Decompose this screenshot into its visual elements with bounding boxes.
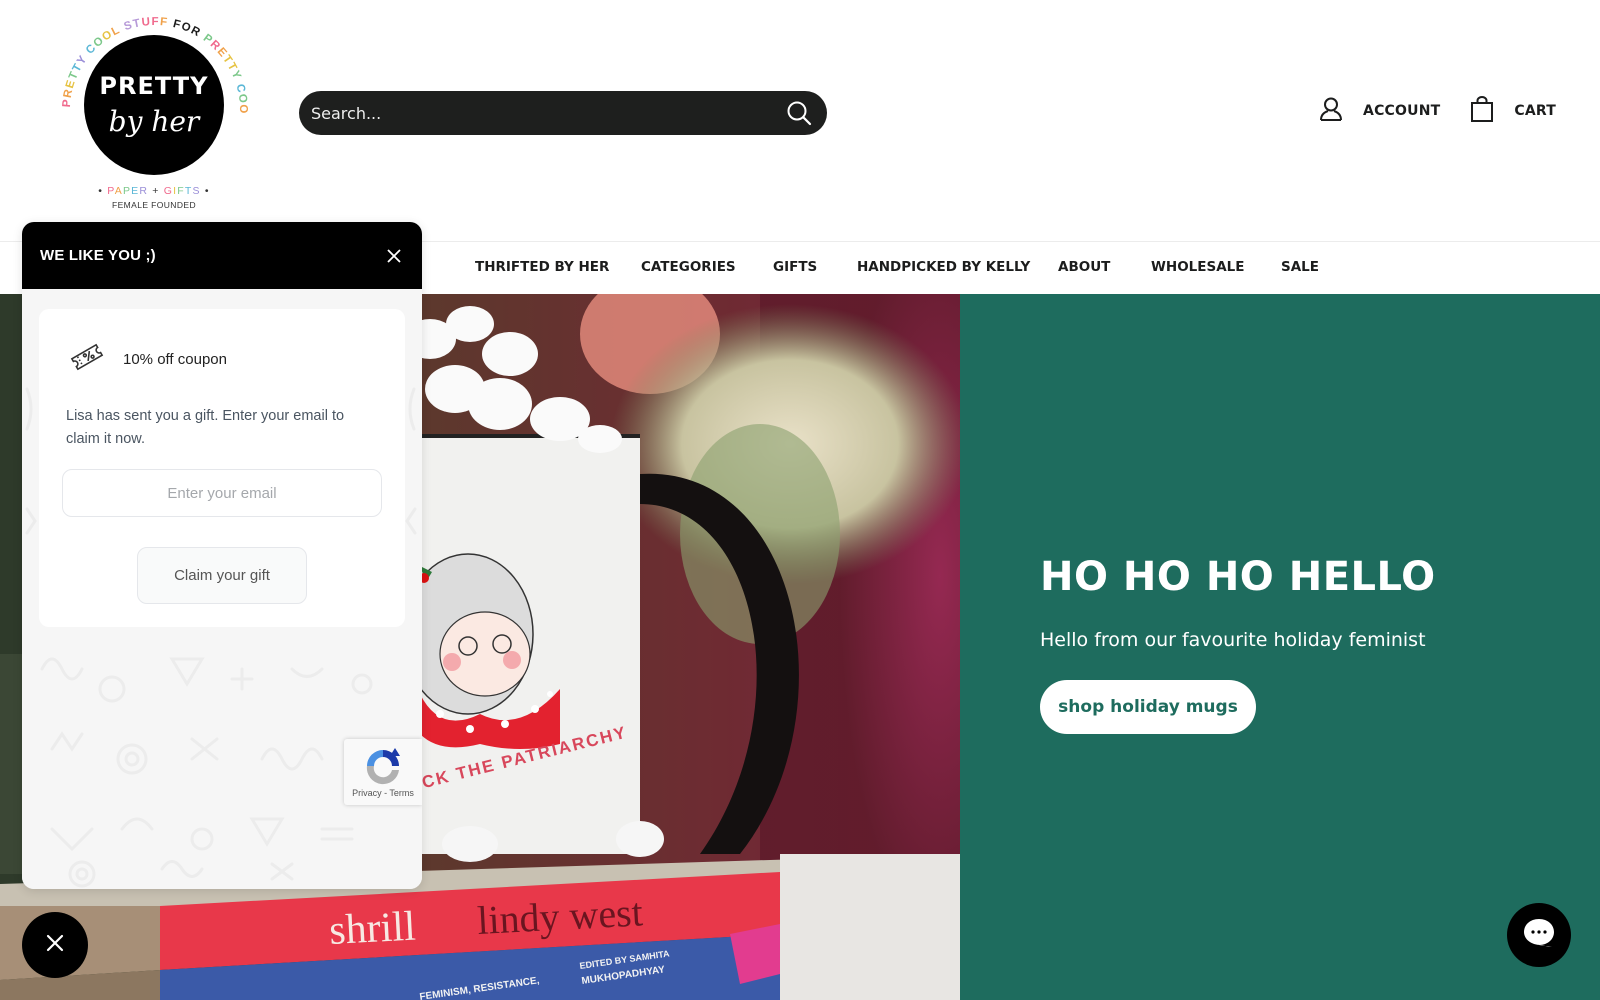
hero-subtitle: Hello from our favourite holiday feminis… (1040, 629, 1426, 651)
nav-item-categories[interactable]: CATEGORIES (641, 259, 736, 275)
close-icon (46, 934, 64, 957)
popup-header: WE LIKE YOU ;) (22, 222, 422, 289)
logo-graphic: PRETTY COOL STUFF FOR PRETTY COOL PEOPLE… (53, 3, 248, 210)
coupon-row: 10% off coupon (69, 341, 227, 378)
recaptcha-links[interactable]: Privacy - Terms (352, 788, 414, 798)
recaptcha-badge[interactable]: Privacy - Terms (344, 739, 422, 805)
account-link[interactable]: ACCOUNT (1319, 96, 1440, 126)
search-bar (299, 91, 827, 135)
book-author: lindy west (476, 889, 644, 943)
logo-subtagline: FEMALE FOUNDED (112, 200, 196, 210)
popup-toggle-button[interactable] (22, 912, 88, 978)
close-icon[interactable] (384, 246, 404, 266)
email-field[interactable] (62, 469, 382, 517)
logo-name-script: by her (109, 105, 201, 138)
site-header: PRETTY COOL STUFF FOR PRETTY COOL PEOPLE… (0, 0, 1600, 241)
coupon-card: 10% off coupon Lisa has sent you a gift.… (39, 309, 405, 627)
nav-item-sale[interactable]: SALE (1281, 259, 1319, 275)
cart-link[interactable]: CART (1470, 96, 1556, 126)
claim-gift-button[interactable]: Claim your gift (137, 547, 307, 604)
nav-item-thrifted-by-her[interactable]: THRIFTED BY HER (475, 259, 609, 275)
popup-title: WE LIKE YOU ;) (40, 247, 156, 264)
chat-button[interactable] (1507, 903, 1571, 967)
account-label: ACCOUNT (1363, 103, 1441, 119)
search-icon[interactable] (785, 99, 813, 127)
gift-popup: WE LIKE YOU ;) 10% off coupon Lisa has s… (22, 222, 422, 889)
header-links: ACCOUNT CART (1319, 96, 1556, 126)
logo-name-top: PRETTY (99, 72, 208, 100)
nav-item-wholesale[interactable]: WHOLESALE (1151, 259, 1245, 275)
logo-tagline: • PAPER + GIFTS • (98, 185, 209, 197)
coupon-ticket-icon (69, 341, 105, 378)
recaptcha-icon (366, 748, 400, 785)
cart-label: CART (1514, 103, 1556, 119)
gift-description: Lisa has sent you a gift. Enter your ema… (66, 408, 345, 447)
user-icon (1319, 96, 1343, 126)
nav-item-handpicked-by-kelly[interactable]: HANDPICKED BY KELLY (857, 259, 1030, 275)
search-input[interactable] (311, 103, 785, 123)
shopping-bag-icon (1470, 96, 1494, 126)
hero-title: HO HO HO HELLO (1040, 554, 1436, 600)
book-title-shrill: shrill (328, 904, 417, 954)
nav-item-gifts[interactable]: GIFTS (773, 259, 817, 275)
brand-logo[interactable]: PRETTY COOL STUFF FOR PRETTY COOL PEOPLE… (53, 3, 252, 214)
coupon-label: 10% off coupon (123, 351, 227, 368)
chat-bubble-icon (1522, 917, 1556, 954)
nav-item-about[interactable]: ABOUT (1058, 259, 1110, 275)
hero-text-panel: HO HO HO HELLO Hello from our favourite … (960, 294, 1600, 1000)
shop-holiday-mugs-button[interactable]: shop holiday mugs (1040, 680, 1256, 734)
popup-body: 10% off coupon Lisa has sent you a gift.… (22, 289, 422, 889)
